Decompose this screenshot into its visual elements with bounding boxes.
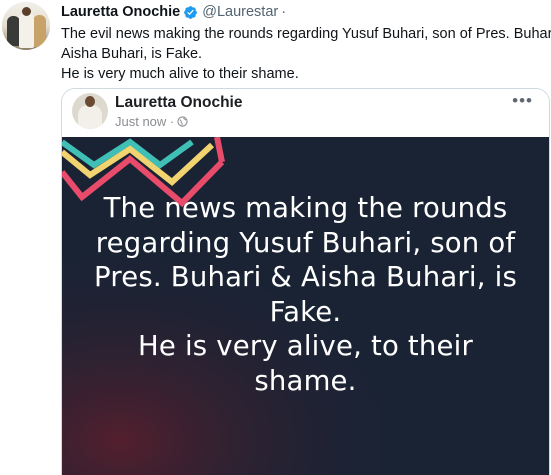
more-options-icon: ••• <box>512 91 533 110</box>
post-image-text-line: regarding Yusuf Buhari, son of <box>95 226 516 259</box>
tweet-text: The evil news making the rounds regardin… <box>61 24 551 84</box>
post-image-text-line: He is very alive, to their <box>138 330 473 362</box>
tweet-text-line: The evil news making the rounds regardin… <box>61 26 551 42</box>
embedded-post-timestamp: Just now · <box>115 114 175 129</box>
tweet[interactable]: Lauretta Onochie @Laurestar · The evil n… <box>0 0 551 475</box>
post-image-text-line: shame. <box>254 364 357 397</box>
verified-badge-icon <box>184 5 198 19</box>
tweet-header: Lauretta Onochie @Laurestar · <box>61 2 286 22</box>
embedded-post-author: Lauretta Onochie <box>115 94 243 111</box>
tweet-text-line: He is very much alive to their shame. <box>61 66 299 82</box>
embedded-post-avatar <box>72 93 108 129</box>
post-image-text-line: Pres. Buhari & Aisha Buhari, is <box>94 261 517 293</box>
author-name[interactable]: Lauretta Onochie <box>61 4 180 20</box>
author-avatar[interactable] <box>2 2 50 50</box>
tweet-media-screenshot[interactable]: Lauretta Onochie Just now · ••• The news… <box>61 88 550 475</box>
tweet-text-line: Aisha Buhari, is Fake. <box>61 46 203 62</box>
post-image-text: The news making the rounds regarding Yus… <box>62 191 549 398</box>
separator-dot: · <box>281 4 287 20</box>
embedded-post-header: Lauretta Onochie Just now · ••• <box>62 89 549 137</box>
author-handle[interactable]: @Laurestar <box>202 4 278 20</box>
globe-icon <box>177 116 188 127</box>
embedded-post-meta: Just now · <box>115 114 188 129</box>
post-image-text-line: Fake. <box>269 295 342 328</box>
post-image-text-line: The news making the rounds <box>103 192 508 224</box>
